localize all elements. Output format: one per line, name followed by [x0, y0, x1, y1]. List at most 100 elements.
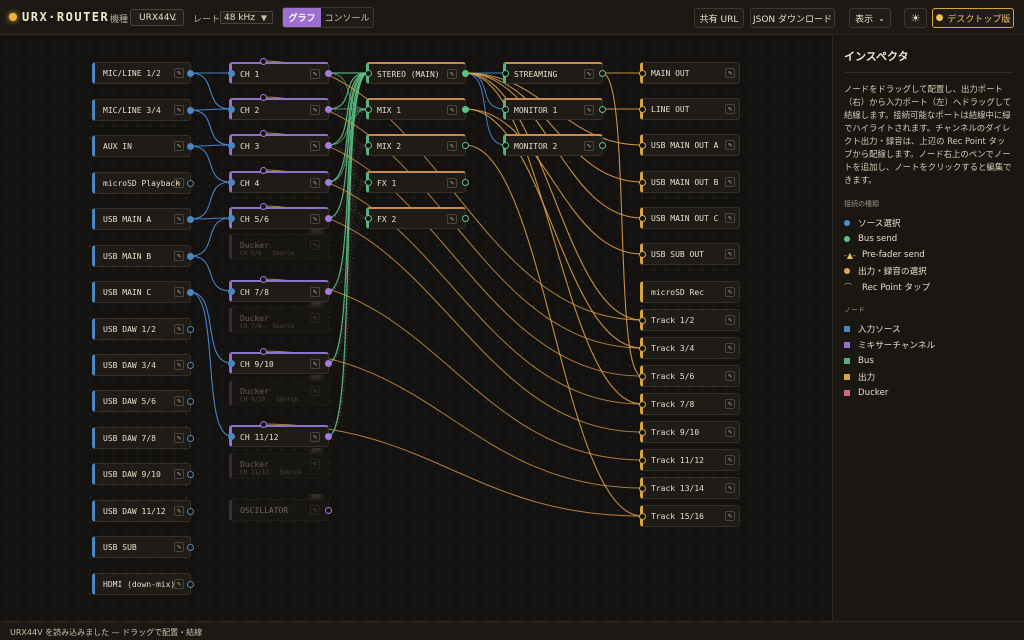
channel-node[interactable]: CH 4 ✎ [229, 171, 329, 193]
output-port[interactable] [186, 69, 194, 77]
pencil-icon[interactable]: ✎ [310, 178, 320, 188]
output-node[interactable]: USB MAIN OUT A ✎ [640, 134, 740, 156]
rec-track-node[interactable]: Track 5/6 ✎ [640, 365, 740, 387]
input-port[interactable] [227, 69, 235, 77]
rec-point-port[interactable] [259, 93, 267, 101]
pencil-icon[interactable]: ✎ [174, 433, 184, 443]
rec-point-port[interactable] [259, 420, 267, 428]
output-port[interactable] [186, 434, 194, 442]
pencil-icon[interactable]: ✎ [310, 359, 320, 369]
output-port[interactable] [186, 325, 194, 333]
output-port[interactable] [461, 69, 469, 77]
share-url-button[interactable]: 共有 URL [694, 8, 744, 28]
pencil-icon[interactable]: ✎ [310, 386, 320, 396]
pencil-icon[interactable]: ✎ [174, 396, 184, 406]
bus-node[interactable]: STEREO (MAIN) ✎ [366, 62, 466, 84]
input-port[interactable] [638, 456, 646, 464]
microsd-rec-node[interactable]: microSD Rec ✎ [640, 281, 740, 303]
rec-track-node[interactable]: Track 13/14 ✎ [640, 477, 740, 499]
pencil-icon[interactable]: ✎ [725, 371, 735, 381]
input-node[interactable]: USB MAIN A ✎ [92, 208, 191, 230]
bus-node[interactable]: MIX 1 ✎ [366, 98, 466, 120]
monitor-node[interactable]: MONITOR 2 ✎ [503, 134, 603, 156]
ducker-node[interactable]: Ducker CH 7/8 · Source OFF ✎ [229, 302, 329, 333]
input-port[interactable] [227, 359, 235, 367]
input-port[interactable] [364, 105, 372, 113]
input-port[interactable] [638, 69, 646, 77]
input-node[interactable]: HDMI (down-mix) ✎ [92, 573, 191, 595]
channel-node[interactable]: CH 5/6 ✎ [229, 207, 329, 229]
output-port[interactable] [186, 106, 194, 114]
input-port[interactable] [227, 432, 235, 440]
output-port[interactable] [324, 506, 332, 514]
pencil-icon[interactable]: ✎ [725, 483, 735, 493]
input-port[interactable] [638, 105, 646, 113]
input-node[interactable]: USB MAIN B ✎ [92, 245, 191, 267]
output-port[interactable] [186, 252, 194, 260]
pencil-icon[interactable]: ✎ [725, 177, 735, 187]
input-node[interactable]: microSD Playback ✎ [92, 172, 191, 194]
input-node[interactable]: AUX IN ✎ [92, 135, 191, 157]
pencil-icon[interactable]: ✎ [174, 141, 184, 151]
device-select[interactable]: URX44V ⌄ [130, 9, 184, 26]
theme-toggle-button[interactable]: ☀ [904, 8, 927, 28]
pencil-icon[interactable]: ✎ [447, 141, 457, 151]
output-port[interactable] [461, 105, 469, 113]
channel-node[interactable]: CH 1 ✎ [229, 62, 329, 84]
pencil-icon[interactable]: ✎ [310, 459, 320, 469]
rec-track-node[interactable]: Track 7/8 ✎ [640, 393, 740, 415]
oscillator-node[interactable]: OSCILLATOR OFF ✎ [229, 494, 329, 521]
output-port[interactable] [461, 214, 469, 222]
monitor-node[interactable]: MONITOR 1 ✎ [503, 98, 603, 120]
input-node[interactable]: USB DAW 5/6 ✎ [92, 390, 191, 412]
channel-node[interactable]: CH 9/10 ✎ [229, 352, 329, 374]
pencil-icon[interactable]: ✎ [584, 141, 594, 151]
rec-point-port[interactable] [259, 129, 267, 137]
ducker-node[interactable]: Ducker CH 11/12 · Source OFF ✎ [229, 448, 329, 479]
pencil-icon[interactable]: ✎ [725, 68, 735, 78]
pencil-icon[interactable]: ✎ [174, 68, 184, 78]
rec-track-node[interactable]: Track 1/2 ✎ [640, 309, 740, 331]
pencil-icon[interactable]: ✎ [725, 427, 735, 437]
pencil-icon[interactable]: ✎ [174, 506, 184, 516]
pencil-icon[interactable]: ✎ [310, 141, 320, 151]
pencil-icon[interactable]: ✎ [725, 287, 735, 297]
input-port[interactable] [638, 250, 646, 258]
input-port[interactable] [638, 344, 646, 352]
pencil-icon[interactable]: ✎ [725, 511, 735, 521]
input-port[interactable] [638, 141, 646, 149]
ducker-node[interactable]: Ducker CH 5/6 · Source OFF ✎ [229, 229, 329, 260]
rec-track-node[interactable]: Track 9/10 ✎ [640, 421, 740, 443]
output-port[interactable] [186, 543, 194, 551]
input-node[interactable]: USB DAW 11/12 ✎ [92, 500, 191, 522]
output-port[interactable] [461, 141, 469, 149]
input-node[interactable]: USB DAW 1/2 ✎ [92, 318, 191, 340]
channel-node[interactable]: CH 7/8 ✎ [229, 280, 329, 302]
output-port[interactable] [186, 215, 194, 223]
view-menu-button[interactable]: 表示 ⌄ [849, 8, 891, 28]
output-port[interactable] [324, 141, 332, 149]
input-node[interactable]: USB DAW 7/8 ✎ [92, 427, 191, 449]
output-port[interactable] [598, 69, 606, 77]
pencil-icon[interactable]: ✎ [725, 213, 735, 223]
pencil-icon[interactable]: ✎ [174, 105, 184, 115]
rec-point-port[interactable] [259, 275, 267, 283]
channel-node[interactable]: CH 3 ✎ [229, 134, 329, 156]
input-node[interactable]: USB SUB ✎ [92, 536, 191, 558]
pencil-icon[interactable]: ✎ [447, 214, 457, 224]
pencil-icon[interactable]: ✎ [725, 455, 735, 465]
output-port[interactable] [598, 105, 606, 113]
input-port[interactable] [364, 141, 372, 149]
pencil-icon[interactable]: ✎ [447, 105, 457, 115]
pencil-icon[interactable]: ✎ [310, 287, 320, 297]
json-download-button[interactable]: JSON ダウンロード [750, 8, 835, 28]
pencil-icon[interactable]: ✎ [174, 287, 184, 297]
pencil-icon[interactable]: ✎ [584, 69, 594, 79]
output-port[interactable] [186, 470, 194, 478]
pencil-icon[interactable]: ✎ [725, 343, 735, 353]
input-port[interactable] [501, 141, 509, 149]
pencil-icon[interactable]: ✎ [725, 399, 735, 409]
pencil-icon[interactable]: ✎ [584, 105, 594, 115]
pencil-icon[interactable]: ✎ [174, 178, 184, 188]
input-port[interactable] [227, 214, 235, 222]
